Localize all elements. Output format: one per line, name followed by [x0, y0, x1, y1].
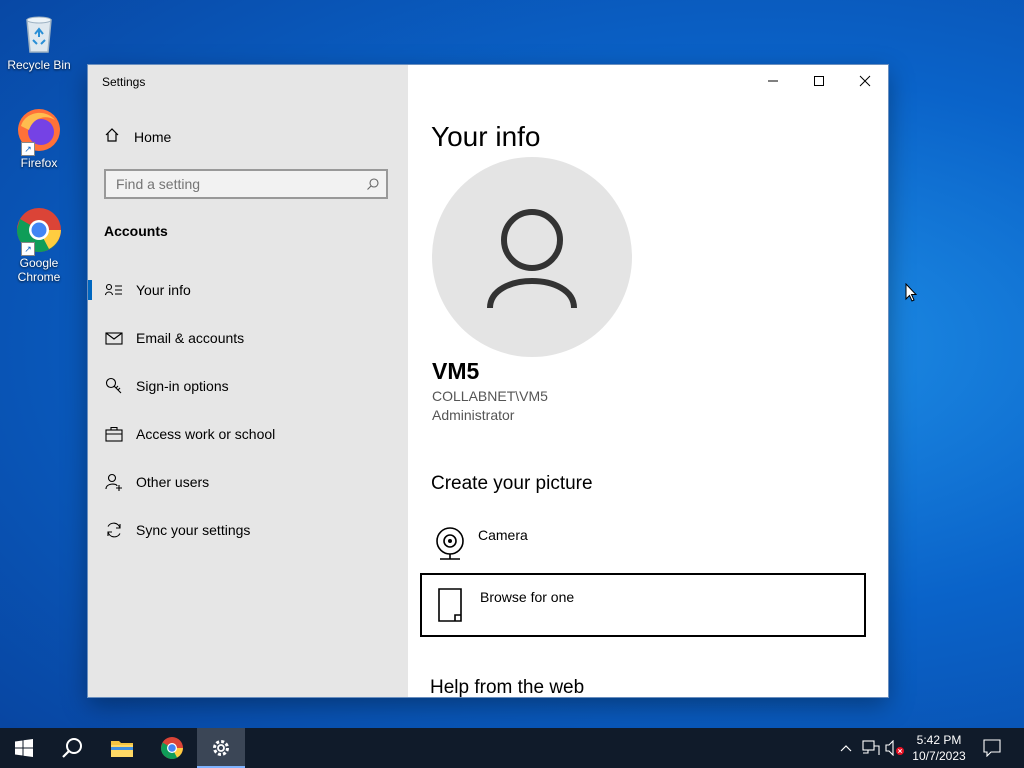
folder-icon — [111, 741, 133, 757]
show-hidden-icons-button[interactable] — [836, 728, 856, 768]
sync-icon — [104, 520, 124, 540]
gear-icon — [213, 740, 229, 756]
sidebar-item-your-info[interactable]: Your info — [88, 270, 408, 310]
chrome-icon — [161, 737, 183, 759]
taskbar: 5:42 PM 10/7/2023 — [0, 728, 1024, 768]
taskbar-clock[interactable]: 5:42 PM 10/7/2023 — [906, 732, 972, 764]
taskbar-file-explorer[interactable] — [98, 728, 146, 768]
clock-date: 10/7/2023 — [912, 749, 966, 763]
network-button[interactable] — [860, 728, 882, 768]
volume-muted-icon — [885, 740, 904, 756]
window-title: Settings — [102, 75, 146, 89]
firefox-icon: ↗ — [15, 106, 63, 156]
sidebar-item-email-accounts[interactable]: Email & accounts — [88, 318, 408, 358]
shortcut-arrow-icon: ↗ — [21, 242, 35, 256]
page-title: Your info — [431, 121, 541, 152]
chrome-icon: ↗ — [15, 206, 63, 256]
sidebar-item-other-users[interactable]: Other users — [88, 462, 408, 502]
notification-icon — [983, 739, 1001, 757]
find-setting-search[interactable] — [104, 169, 388, 199]
sidebar-item-label: Email & accounts — [136, 330, 245, 346]
recycle-bin-icon — [15, 8, 63, 56]
home-icon — [104, 127, 120, 146]
start-button[interactable] — [0, 728, 48, 768]
section-title: Accounts — [104, 223, 168, 239]
sidebar-item-label: Sync your settings — [136, 522, 251, 538]
contact-card-icon — [104, 280, 124, 300]
desktop-icon-recycle-bin[interactable]: Recycle Bin — [4, 8, 74, 72]
network-icon — [862, 740, 880, 755]
search-icon — [366, 177, 380, 196]
camera-icon — [434, 525, 466, 566]
sidebar-item-access-work-school[interactable]: Access work or school — [88, 414, 408, 454]
mouse-cursor-icon — [905, 282, 918, 308]
camera-option[interactable]: Camera — [420, 513, 866, 577]
help-heading: Help from the web — [430, 677, 585, 697]
search-icon — [62, 738, 82, 758]
create-picture-heading: Create your picture — [431, 473, 593, 494]
avatar — [432, 157, 632, 357]
sidebar-home[interactable]: Home — [104, 127, 171, 146]
file-icon — [436, 587, 464, 628]
user-avatar-icon — [487, 209, 577, 309]
sidebar-item-label: Other users — [136, 474, 210, 490]
briefcase-icon — [104, 424, 124, 444]
sidebar-item-sign-in-options[interactable]: Sign-in options — [88, 366, 408, 406]
desktop-icon-label: Recycle Bin — [7, 58, 71, 72]
main-content: Your info VM5 COLLABNET\VM5 Administrato… — [408, 65, 888, 697]
taskbar-settings[interactable] — [197, 728, 245, 768]
sidebar-item-label: Access work or school — [136, 426, 276, 442]
add-user-icon — [104, 472, 124, 492]
desktop-icon-firefox[interactable]: ↗ Firefox — [4, 106, 74, 170]
taskbar-google-chrome[interactable] — [148, 728, 196, 768]
chevron-up-icon — [840, 745, 852, 752]
desktop-icon-google-chrome[interactable]: ↗ Google Chrome — [4, 206, 74, 284]
settings-window: Settings Home Accounts Your info Email & — [88, 65, 888, 697]
desktop-icon-label: Google Chrome — [17, 256, 61, 284]
mail-icon — [104, 328, 124, 348]
sidebar-item-label: Your info — [136, 282, 191, 298]
key-icon — [104, 376, 124, 396]
user-role: Administrator — [432, 407, 515, 423]
volume-button[interactable] — [884, 728, 906, 768]
taskbar-search-button[interactable] — [48, 728, 96, 768]
desktop-icon-label: Firefox — [20, 156, 58, 170]
clock-time: 5:42 PM — [916, 733, 962, 747]
sidebar-item-label: Sign-in options — [136, 378, 229, 394]
browse-option[interactable]: Browse for one — [420, 573, 866, 637]
windows-logo-icon — [15, 739, 33, 757]
camera-option-label: Camera — [478, 527, 528, 543]
search-input[interactable] — [106, 171, 376, 197]
user-name: VM5 — [432, 358, 480, 384]
user-account: COLLABNET\VM5 — [432, 388, 548, 404]
browse-option-label: Browse for one — [480, 589, 575, 605]
sidebar-home-label: Home — [134, 128, 172, 145]
sidebar-item-sync-settings[interactable]: Sync your settings — [88, 510, 408, 550]
shortcut-arrow-icon: ↗ — [21, 142, 35, 156]
settings-sidebar: Settings Home Accounts Your info Email & — [88, 65, 408, 697]
action-center-button[interactable] — [978, 728, 1006, 768]
